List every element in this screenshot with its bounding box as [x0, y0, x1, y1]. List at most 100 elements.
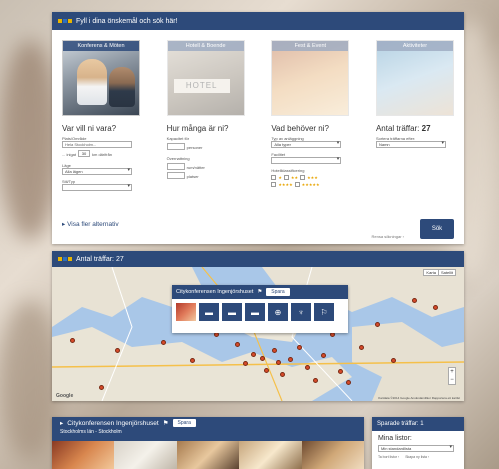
result-photo[interactable]: [239, 441, 302, 469]
star-icon: ★★★: [307, 175, 318, 180]
needs-column: Vad behöver ni? Typ av anläggning Alla t…: [271, 124, 363, 191]
star-checkbox-3[interactable]: [300, 175, 306, 180]
result-title[interactable]: Citykonferensen Ingenjörshuset: [67, 420, 158, 427]
capacity-row: personer: [166, 143, 259, 150]
map-type-satellite[interactable]: Satellit: [437, 270, 455, 275]
google-logo: Google: [56, 393, 74, 399]
businesspeople-photo-2: [109, 67, 135, 107]
result-photo[interactable]: [52, 441, 115, 469]
venue-type-select[interactable]: Alla typer: [271, 141, 342, 148]
tile-aktiviteter-label: Aktiviteter: [376, 41, 453, 51]
map-header-title: Antal träffar: 27: [76, 255, 124, 263]
capacity-unit: personer: [186, 145, 203, 150]
background-blur: [0, 40, 60, 240]
star-icon: ★★: [290, 175, 299, 180]
style-select[interactable]: [62, 184, 132, 191]
map-pin[interactable]: [276, 359, 282, 365]
map-pin[interactable]: [160, 339, 166, 345]
radius-row: ... inigat 30 km därifrån: [62, 150, 154, 157]
flag-icon: ⚑: [257, 289, 263, 295]
overnight-label: Övernattning: [166, 156, 190, 161]
zoom-control[interactable]: + −: [448, 367, 456, 385]
star-checkbox-2[interactable]: [283, 175, 289, 180]
area-select[interactable]: Alla lägen: [62, 168, 132, 175]
venue-popup: Citykonferensen Ingenjörshuset ⚑ Spara ▬…: [172, 285, 348, 333]
hotel-sign-photo: HOTEL: [173, 79, 230, 93]
result-photo[interactable]: [301, 441, 364, 469]
map-pin[interactable]: [432, 304, 438, 310]
radius-input[interactable]: 30: [78, 150, 91, 157]
map-pin[interactable]: [346, 379, 352, 385]
how-many-column: Hur många är ni? Kapacitet för personer …: [166, 124, 259, 191]
result-save-button[interactable]: Spara: [172, 419, 196, 427]
rooms-row: rum/nätter: [166, 163, 259, 170]
facility-select[interactable]: [271, 157, 342, 164]
star-checkbox-1[interactable]: [271, 175, 277, 180]
stars-row-2: ★★★★ ★★★★★: [271, 182, 363, 187]
map-pin[interactable]: [280, 371, 286, 377]
swedish-flag-icon: [58, 257, 72, 261]
popup-save-button[interactable]: Spara: [266, 288, 290, 296]
star-checkbox-4[interactable]: [271, 182, 277, 187]
hits-title-label: Antal träffar:: [375, 124, 420, 133]
tile-konferens-label: Konferens & Möten: [63, 41, 139, 51]
sort-select[interactable]: Namn: [375, 141, 446, 148]
where-column: Var vill ni vara? Plats/Område Hela Stoc…: [62, 124, 154, 191]
place-input[interactable]: Hela Stockholm...: [62, 141, 132, 148]
venue-popup-body: ▬ ▬ ▬ ⊕ ♆ ⚐: [172, 299, 348, 325]
radius-prefix: ... inigat: [62, 152, 77, 157]
venue-thumbnail: [176, 303, 196, 321]
rooms-input[interactable]: [166, 163, 185, 170]
tile-hotell[interactable]: Hotell & Boende HOTEL: [166, 40, 245, 116]
map-pin[interactable]: [296, 344, 302, 350]
background-blur: [0, 300, 60, 460]
tile-fest[interactable]: Fest & Event: [271, 40, 350, 116]
results-map[interactable]: Karta Satellit Citykonferensen Ingenjörs…: [52, 267, 464, 401]
more-options-link[interactable]: ▸ Visa fler alternativ: [62, 220, 119, 228]
map-pin[interactable]: [271, 347, 277, 353]
search-form: Var vill ni vara? Plats/Område Hela Stoc…: [62, 124, 454, 191]
map-pin[interactable]: [189, 358, 195, 364]
search-header: Fyll i dina önskemål och sök här!: [52, 12, 464, 30]
hotel-class-label: Hotellklassificering: [271, 168, 305, 173]
create-list-link[interactable]: Skapa ny lista ›: [405, 455, 429, 459]
map-pin[interactable]: [98, 385, 104, 391]
tile-konferens[interactable]: Konferens & Möten: [62, 40, 140, 116]
where-title: Var vill ni vara?: [62, 124, 117, 133]
result-photos: [52, 441, 364, 469]
tile-aktiviteter[interactable]: Aktiviteter: [375, 40, 454, 116]
my-lists-select[interactable]: Min standardlista: [378, 445, 454, 452]
collapse-icon[interactable]: ▸: [60, 419, 63, 427]
reset-search-link[interactable]: Rensa sökningar ›: [372, 234, 404, 239]
venue-popup-title: Citykonferensen Ingenjörshuset: [176, 289, 254, 295]
needs-title: Vad behöver ni?: [271, 124, 329, 133]
search-button[interactable]: Sök: [420, 219, 454, 239]
venue-popup-header: Citykonferensen Ingenjörshuset ⚑ Spara: [172, 285, 348, 299]
stars-row-1: ★ ★★ ★★★: [271, 175, 363, 180]
hits-count: 27: [421, 124, 431, 133]
result-photo[interactable]: [176, 441, 240, 469]
map-pin[interactable]: [263, 367, 269, 373]
result-photo[interactable]: [114, 441, 177, 469]
food-icon: ⊕: [268, 303, 288, 321]
star-icon: ★★★★★: [301, 182, 320, 187]
tile-hotell-label: Hotell & Boende: [167, 41, 244, 51]
flag-icon: ⚑: [162, 420, 169, 427]
bed-icon: ▬: [222, 303, 242, 321]
map-pin[interactable]: [304, 365, 310, 370]
saved-hits-body: Mina listor: Min standardlista Ta bort l…: [372, 431, 464, 463]
hits-title: Antal träffar: 27: [376, 124, 454, 133]
map-pin[interactable]: [358, 344, 364, 350]
map-type-toggle: Karta Satellit: [423, 269, 456, 276]
map-type-map[interactable]: Karta: [424, 270, 438, 275]
star-icon: ★★★★: [278, 182, 293, 187]
saved-hits-panel: Sparade träffar: 1 Mina listor: Min stan…: [372, 417, 464, 469]
nights-input[interactable]: [166, 172, 185, 179]
remove-lists-link[interactable]: Ta bort listor ›: [378, 455, 399, 459]
star-checkbox-5[interactable]: [294, 182, 300, 187]
capacity-input[interactable]: [166, 143, 185, 150]
map-pin[interactable]: [259, 355, 265, 361]
my-lists-title: Mina listor:: [378, 435, 412, 442]
category-tiles: Konferens & Möten Hotell & Boende HOTEL …: [62, 40, 454, 116]
map-pin[interactable]: [337, 369, 343, 375]
